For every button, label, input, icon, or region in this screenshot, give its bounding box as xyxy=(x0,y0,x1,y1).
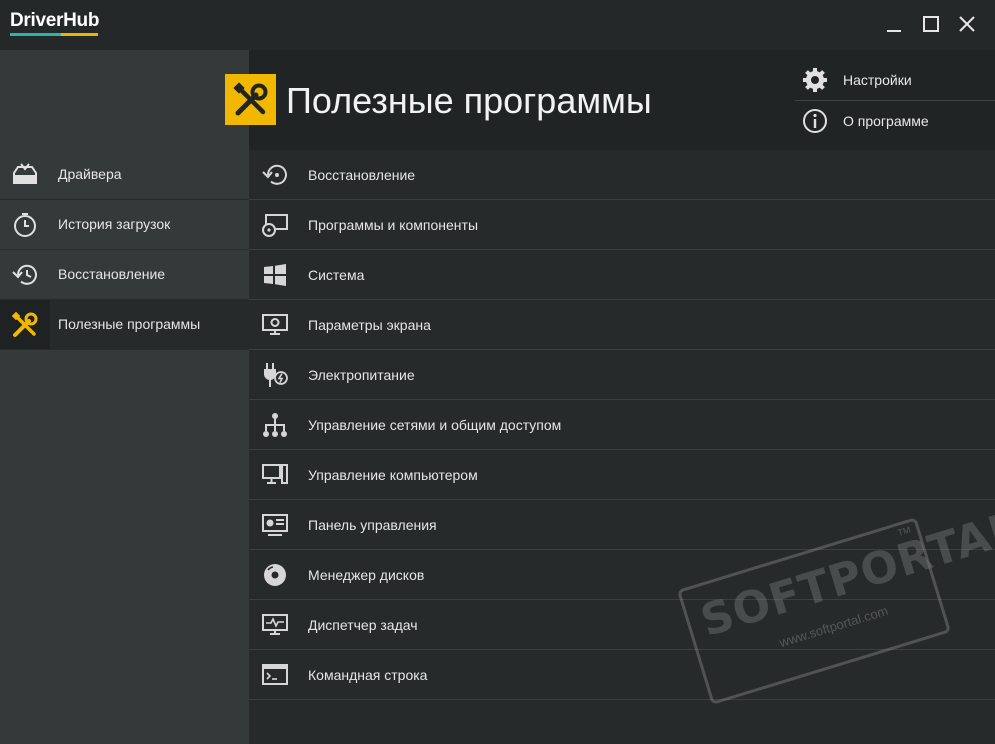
sidebar-item-label: Полезные программы xyxy=(58,316,201,332)
driver-tray-icon xyxy=(0,150,50,199)
gear-icon xyxy=(803,68,827,92)
sidebar-item-restore[interactable]: Восстановление xyxy=(0,250,249,300)
tool-restore[interactable]: Восстановление xyxy=(249,150,995,200)
settings-label: Настройки xyxy=(843,72,912,88)
info-icon xyxy=(803,109,827,133)
clock-icon xyxy=(0,200,50,249)
disk-icon xyxy=(261,562,289,588)
control-panel-icon xyxy=(261,512,289,538)
tool-label: Панель управления xyxy=(308,517,437,533)
sidebar-item-label: Восстановление xyxy=(58,266,166,282)
tool-label: Система xyxy=(308,267,365,283)
tool-label: Менеджер дисков xyxy=(308,567,425,583)
programs-disc-icon xyxy=(261,212,289,238)
tools-icon xyxy=(0,300,50,349)
maximize-icon[interactable] xyxy=(920,13,942,35)
tool-display-settings[interactable]: Параметры экрана xyxy=(249,300,995,350)
sidebar-item-download-history[interactable]: История загрузок xyxy=(0,200,249,250)
about-label: О программе xyxy=(843,113,929,129)
tool-label: Электропитание xyxy=(308,367,415,383)
command-prompt-icon xyxy=(261,662,289,688)
tool-label: Программы и компоненты xyxy=(308,217,479,233)
tool-power-options[interactable]: Электропитание xyxy=(249,350,995,400)
close-icon[interactable] xyxy=(956,13,978,35)
tool-label: Диспетчер задач xyxy=(308,617,418,633)
power-plug-icon xyxy=(261,362,289,388)
tool-programs-and-features[interactable]: Программы и компоненты xyxy=(249,200,995,250)
history-restore-icon xyxy=(0,250,50,299)
sidebar-item-useful-programs[interactable]: Полезные программы xyxy=(0,300,249,350)
tool-label: Параметры экрана xyxy=(308,317,431,333)
computer-icon xyxy=(261,462,289,488)
sidebar-item-label: История загрузок xyxy=(58,216,171,232)
tool-label: Управление сетями и общим доступом xyxy=(308,417,562,433)
logo-underline xyxy=(10,33,98,36)
minimize-icon[interactable] xyxy=(883,13,905,35)
sidebar-item-drivers[interactable]: Драйвера xyxy=(0,150,249,200)
sidebar-item-label: Драйвера xyxy=(58,166,122,182)
tool-label: Командная строка xyxy=(308,667,428,683)
tool-network-sharing[interactable]: Управление сетями и общим доступом xyxy=(249,400,995,450)
display-settings-icon xyxy=(261,312,289,338)
settings-link[interactable]: Настройки xyxy=(795,60,995,100)
task-manager-icon xyxy=(261,612,289,638)
page-title: Полезные программы xyxy=(286,80,652,121)
title-bar: DriverHub xyxy=(0,0,995,50)
tool-command-prompt[interactable]: Командная строка xyxy=(249,650,995,700)
restore-icon xyxy=(261,162,289,188)
tools-icon xyxy=(225,74,276,125)
tool-system[interactable]: Система xyxy=(249,250,995,300)
app-logo: DriverHub xyxy=(10,10,100,31)
tool-label: Восстановление xyxy=(308,167,416,183)
tool-label: Управление компьютером xyxy=(308,467,478,483)
windows-icon xyxy=(261,262,289,288)
network-icon xyxy=(261,412,289,438)
about-link[interactable]: О программе xyxy=(795,101,995,141)
tool-computer-management[interactable]: Управление компьютером xyxy=(249,450,995,500)
sidebar: Драйвера История загрузок Восстановление xyxy=(0,50,249,744)
